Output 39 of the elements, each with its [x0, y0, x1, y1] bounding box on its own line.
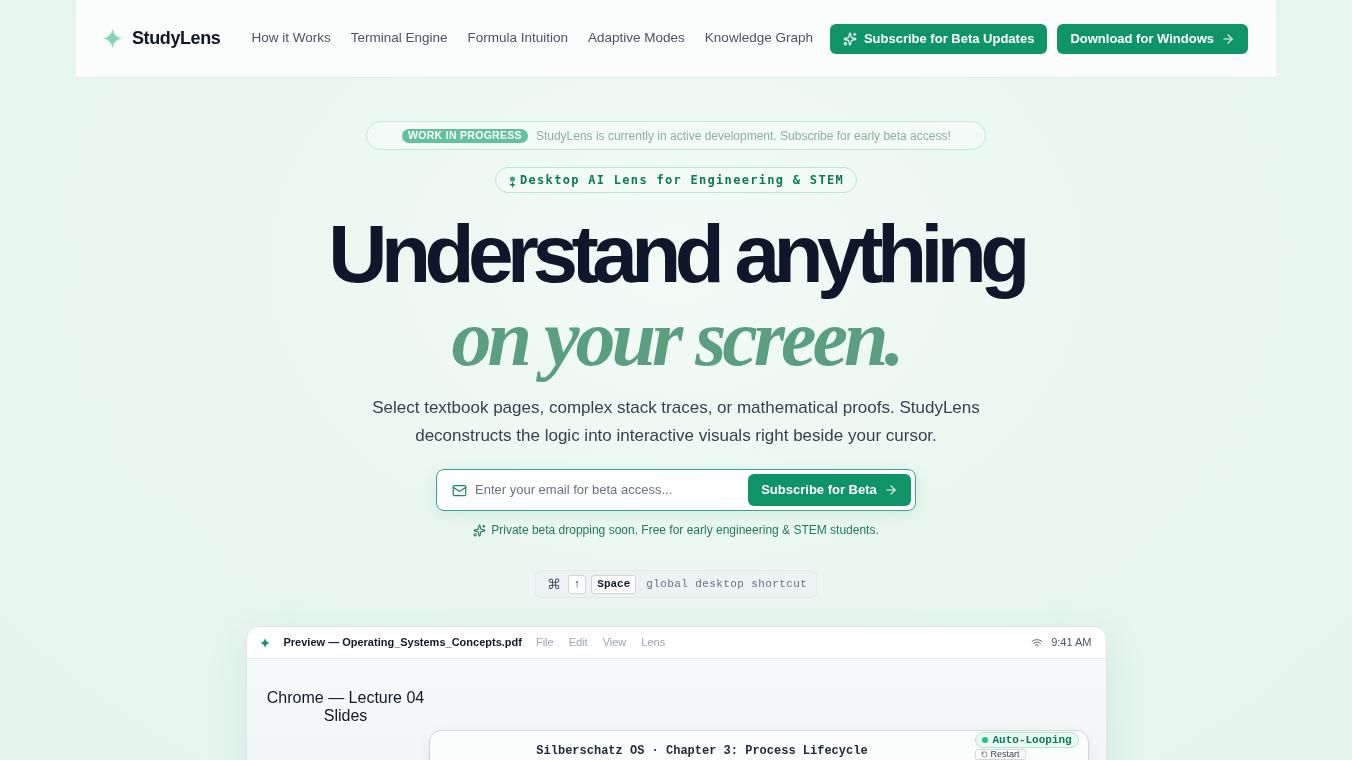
subscribe-beta-button[interactable]: Subscribe for Beta: [748, 474, 911, 506]
shortcut-label: global desktop shortcut: [646, 576, 808, 592]
command-key: ⌘: [544, 573, 563, 595]
progress-badge: WORK IN PROGRESS: [402, 128, 528, 143]
restart-icon: [980, 751, 988, 758]
subscribe-button[interactable]: Subscribe for Beta Updates: [829, 23, 1048, 54]
status-dot-icon: [981, 737, 988, 743]
window-title: Preview — Operating_Systems_Concepts.pdf: [283, 635, 522, 651]
nav-link[interactable]: How it Works: [251, 28, 331, 49]
keyboard-key: Space: [591, 574, 637, 594]
menu-item[interactable]: View: [602, 634, 627, 651]
arrow-right-icon: [883, 483, 898, 497]
clock-time: 9:41 AM: [1051, 635, 1092, 651]
wifi-icon: [1031, 636, 1044, 649]
nav-link[interactable]: Formula Intuition: [467, 28, 569, 49]
download-button[interactable]: Download for Windows: [1057, 23, 1248, 54]
menu-item[interactable]: Lens: [641, 634, 666, 651]
card-title: Silberschatz OS · Chapter 3: Process Lifecycle: [536, 743, 868, 760]
status-text: Auto-Looping: [992, 734, 1072, 746]
logo-text[interactable]: StudyLens: [132, 25, 221, 52]
source-label: Chrome — Lecture 04 Slides: [265, 689, 426, 725]
mail-icon: [452, 482, 467, 498]
restart-button[interactable]: Restart: [974, 749, 1026, 760]
nav-link[interactable]: Knowledge Graph: [704, 28, 813, 49]
sparkle-icon: [259, 637, 270, 648]
banner-text: StudyLens is currently in active development. Subscribe for early beta access!: [535, 127, 951, 145]
subtitle-paragraph: Select textbook pages, complex stack traces, or mathematical proofs. StudyLens deconstructs the logic into interactive visuals right beside your cursor.: [371, 397, 981, 447]
eyebrow-text: Desktop AI Lens for Engineering & STEM: [520, 172, 844, 189]
beta-note: Private beta dropping soon. Free for early engineering & STEM students.: [491, 522, 879, 539]
keyboard-key: ↑: [567, 574, 587, 594]
sparkle-logo-icon: [103, 29, 122, 48]
nav-link[interactable]: Adaptive Modes: [588, 28, 685, 49]
pin-star-icon: [508, 175, 518, 188]
sparkles-icon: [842, 31, 857, 46]
menu-item[interactable]: Edit: [568, 634, 588, 651]
menu-item[interactable]: File: [535, 634, 554, 651]
sparkles-icon: [473, 523, 487, 537]
email-signup-field[interactable]: Enter your email for beta access... Subscribe for Beta: [436, 469, 916, 511]
nav-link[interactable]: Terminal Engine: [350, 28, 448, 49]
